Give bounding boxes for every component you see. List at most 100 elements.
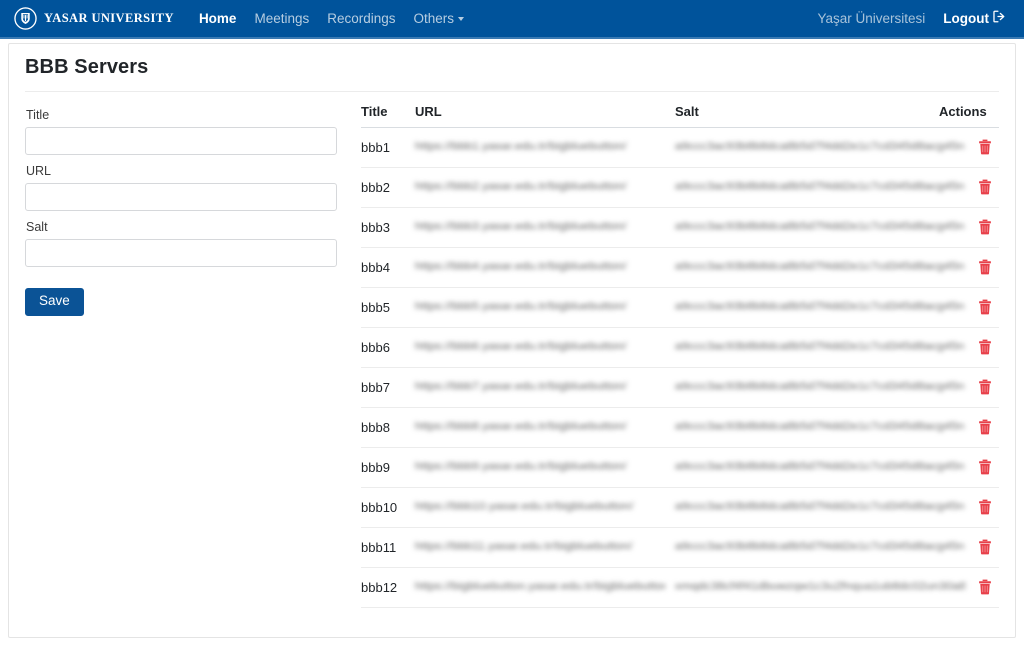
redacted-url-text: https://bbb5.yasar.edu.tr/bigbluebutton/ xyxy=(415,300,626,313)
cell-salt: xmqdc38cf4f41dbuwzqw1c3u2fnqua1ub8dc02un… xyxy=(675,568,939,608)
trash-icon xyxy=(978,539,992,555)
delete-server-button[interactable] xyxy=(977,458,993,476)
trash-icon xyxy=(978,139,992,155)
redacted-url-text: https://bbb10.yasar.edu.tr/bigbluebutton… xyxy=(415,500,633,513)
brand-home-link[interactable]: YASAR UNIVERSITY xyxy=(14,7,174,30)
redacted-url-text: https://bigbluebutton.yasar.edu.tr/bigbl… xyxy=(415,580,665,593)
table-head: Title URL Salt Actions xyxy=(361,104,999,128)
table-row: bbb2https://bbb2.yasar.edu.tr/bigbluebut… xyxy=(361,168,999,208)
table-row: bbb6https://bbb6.yasar.edu.tr/bigbluebut… xyxy=(361,328,999,368)
server-form: Title URL Salt Save xyxy=(25,104,345,608)
redacted-url-text: https://bbb9.yasar.edu.tr/bigbluebutton/ xyxy=(415,460,626,473)
field-salt-label: Salt xyxy=(26,220,345,234)
cell-url: https://bbb2.yasar.edu.tr/bigbluebutton/ xyxy=(415,168,675,208)
redacted-salt-text: a9ccc3ac93b8b8dca8b5d7f4dd2e1c7cd345d8ac… xyxy=(675,460,965,473)
title-input[interactable] xyxy=(25,127,337,155)
cell-salt: a9ccc3ac93b8b8dca8b5d7f4dd2e1c7cd345d8ac… xyxy=(675,288,939,328)
delete-server-button[interactable] xyxy=(977,258,993,276)
delete-server-button[interactable] xyxy=(977,138,993,156)
delete-server-button[interactable] xyxy=(977,538,993,556)
url-input[interactable] xyxy=(25,183,337,211)
redacted-salt-text: a9ccc3ac93b8b8dca8b5d7f4dd2e1c7cd345d8ac… xyxy=(675,260,965,273)
nav-links: Home Meetings Recordings Others xyxy=(190,0,473,38)
cell-salt: a9ccc3ac93b8b8dca8b5d7f4dd2e1c7cd345d8ac… xyxy=(675,128,939,168)
nav-item-meetings[interactable]: Meetings xyxy=(245,0,318,38)
logout-button[interactable]: Logout xyxy=(935,0,1010,38)
cell-salt: a9ccc3ac93b8b8dca8b5d7f4dd2e1c7cd345d8ac… xyxy=(675,448,939,488)
cell-salt: a9ccc3ac93b8b8dca8b5d7f4dd2e1c7cd345d8ac… xyxy=(675,328,939,368)
cell-title: bbb1 xyxy=(361,128,415,168)
cell-title: bbb7 xyxy=(361,368,415,408)
cell-title: bbb9 xyxy=(361,448,415,488)
table-body: bbb1https://bbb1.yasar.edu.tr/bigbluebut… xyxy=(361,128,999,608)
column-header-url: URL xyxy=(415,104,675,128)
field-url: URL xyxy=(25,164,345,211)
delete-server-button[interactable] xyxy=(977,498,993,516)
redacted-url-text: https://bbb8.yasar.edu.tr/bigbluebutton/ xyxy=(415,420,626,433)
trash-icon xyxy=(978,379,992,395)
cell-url: https://bbb5.yasar.edu.tr/bigbluebutton/ xyxy=(415,288,675,328)
page-title: BBB Servers xyxy=(9,44,1015,79)
table-row: bbb11https://bbb11.yasar.edu.tr/bigblueb… xyxy=(361,528,999,568)
cell-url: https://bbb7.yasar.edu.tr/bigbluebutton/ xyxy=(415,368,675,408)
brand-text: YASAR UNIVERSITY xyxy=(44,11,174,26)
table-row: bbb4https://bbb4.yasar.edu.tr/bigbluebut… xyxy=(361,248,999,288)
nav-item-recordings[interactable]: Recordings xyxy=(318,0,404,38)
redacted-salt-text: a9ccc3ac93b8b8dca8b5d7f4dd2e1c7cd345d8ac… xyxy=(675,500,965,513)
cell-url: https://bbb3.yasar.edu.tr/bigbluebutton/ xyxy=(415,208,675,248)
cell-title: bbb5 xyxy=(361,288,415,328)
cell-title: bbb2 xyxy=(361,168,415,208)
nav-item-home[interactable]: Home xyxy=(190,0,246,38)
nav-item-others-label: Others xyxy=(414,11,455,26)
card-body: Title URL Salt Save Title URL Salt xyxy=(9,92,1015,608)
redacted-salt-text: a9ccc3ac93b8b8dca8b5d7f4dd2e1c7cd345d8ac… xyxy=(675,220,965,233)
cell-url: https://bigbluebutton.yasar.edu.tr/bigbl… xyxy=(415,568,675,608)
nav-item-others[interactable]: Others xyxy=(405,0,474,38)
cell-title: bbb10 xyxy=(361,488,415,528)
cell-salt: a9ccc3ac93b8b8dca8b5d7f4dd2e1c7cd345d8ac… xyxy=(675,408,939,448)
trash-icon xyxy=(978,499,992,515)
delete-server-button[interactable] xyxy=(977,218,993,236)
redacted-salt-text: a9ccc3ac93b8b8dca8b5d7f4dd2e1c7cd345d8ac… xyxy=(675,540,965,553)
redacted-salt-text: a9ccc3ac93b8b8dca8b5d7f4dd2e1c7cd345d8ac… xyxy=(675,180,965,193)
table-row: bbb3https://bbb3.yasar.edu.tr/bigbluebut… xyxy=(361,208,999,248)
redacted-salt-text: a9ccc3ac93b8b8dca8b5d7f4dd2e1c7cd345d8ac… xyxy=(675,140,965,153)
delete-server-button[interactable] xyxy=(977,578,993,596)
cell-url: https://bbb6.yasar.edu.tr/bigbluebutton/ xyxy=(415,328,675,368)
redacted-salt-text: a9ccc3ac93b8b8dca8b5d7f4dd2e1c7cd345d8ac… xyxy=(675,380,965,393)
table-row: bbb10https://bbb10.yasar.edu.tr/bigblueb… xyxy=(361,488,999,528)
cell-title: bbb3 xyxy=(361,208,415,248)
table-row: bbb7https://bbb7.yasar.edu.tr/bigbluebut… xyxy=(361,368,999,408)
cell-title: bbb4 xyxy=(361,248,415,288)
cell-title: bbb6 xyxy=(361,328,415,368)
field-title: Title xyxy=(25,108,345,155)
trash-icon xyxy=(978,179,992,195)
delete-server-button[interactable] xyxy=(977,418,993,436)
servers-table: Title URL Salt Actions bbb1https://bbb1.… xyxy=(361,104,999,608)
cell-url: https://bbb11.yasar.edu.tr/bigbluebutton… xyxy=(415,528,675,568)
redacted-url-text: https://bbb4.yasar.edu.tr/bigbluebutton/ xyxy=(415,260,626,273)
delete-server-button[interactable] xyxy=(977,378,993,396)
salt-input[interactable] xyxy=(25,239,337,267)
redacted-salt-text: a9ccc3ac93b8b8dca8b5d7f4dd2e1c7cd345d8ac… xyxy=(675,420,965,433)
redacted-url-text: https://bbb11.yasar.edu.tr/bigbluebutton… xyxy=(415,540,632,553)
trash-icon xyxy=(978,459,992,475)
redacted-salt-text: a9ccc3ac93b8b8dca8b5d7f4dd2e1c7cd345d8ac… xyxy=(675,340,965,353)
table-row: bbb12https://bigbluebutton.yasar.edu.tr/… xyxy=(361,568,999,608)
table-header-row: Title URL Salt Actions xyxy=(361,104,999,128)
delete-server-button[interactable] xyxy=(977,338,993,356)
delete-server-button[interactable] xyxy=(977,178,993,196)
save-button[interactable]: Save xyxy=(25,288,84,316)
trash-icon xyxy=(978,579,992,595)
cell-salt: a9ccc3ac93b8b8dca8b5d7f4dd2e1c7cd345d8ac… xyxy=(675,168,939,208)
field-url-label: URL xyxy=(26,164,345,178)
cell-url: https://bbb1.yasar.edu.tr/bigbluebutton/ xyxy=(415,128,675,168)
yasar-university-crest-icon xyxy=(14,7,37,30)
cell-salt: a9ccc3ac93b8b8dca8b5d7f4dd2e1c7cd345d8ac… xyxy=(675,488,939,528)
delete-server-button[interactable] xyxy=(977,298,993,316)
cell-url: https://bbb8.yasar.edu.tr/bigbluebutton/ xyxy=(415,408,675,448)
table-row: bbb1https://bbb1.yasar.edu.tr/bigbluebut… xyxy=(361,128,999,168)
cell-url: https://bbb9.yasar.edu.tr/bigbluebutton/ xyxy=(415,448,675,488)
redacted-url-text: https://bbb3.yasar.edu.tr/bigbluebutton/ xyxy=(415,220,626,233)
column-header-actions: Actions xyxy=(939,104,999,128)
